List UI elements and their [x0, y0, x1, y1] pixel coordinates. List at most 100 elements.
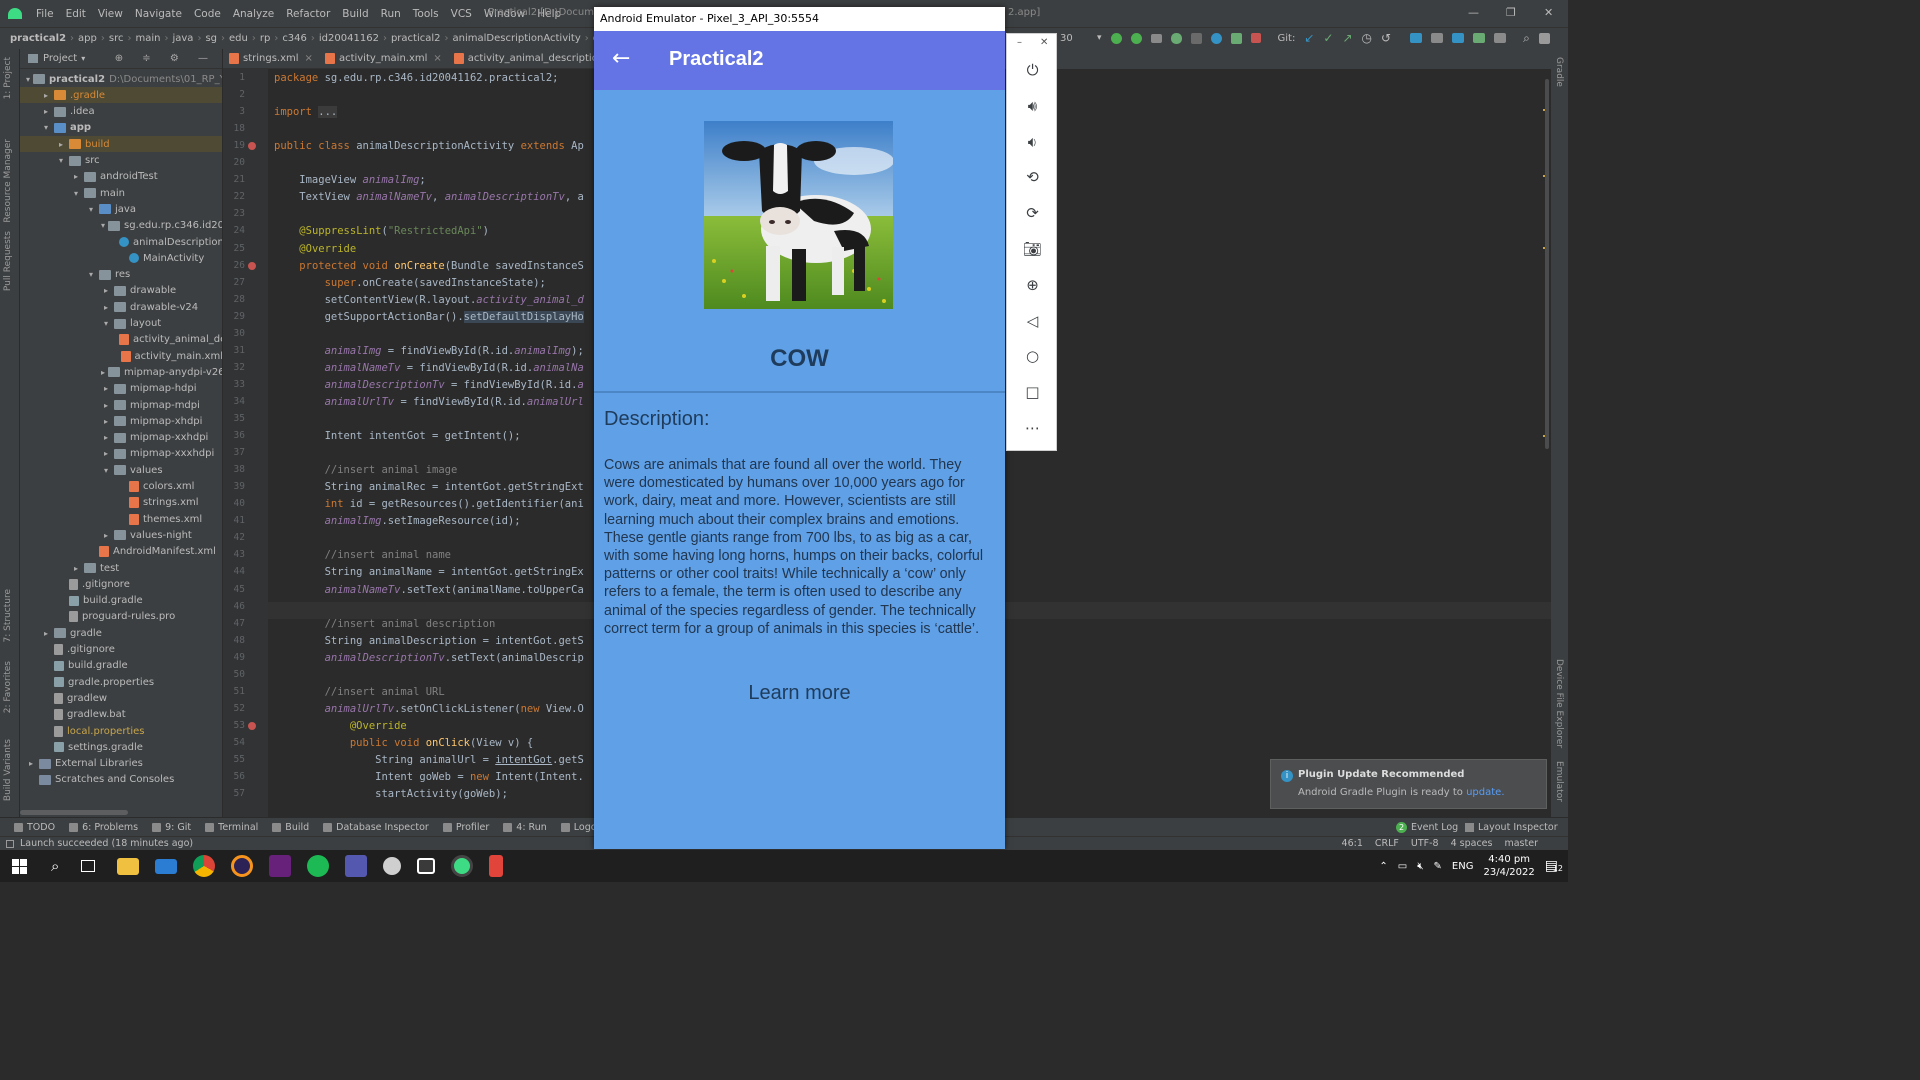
tree-item[interactable]: ▸ .idea	[20, 104, 222, 120]
vtab-structure[interactable]: 7: Structure	[3, 589, 13, 643]
status-item[interactable]: 4 spaces	[1451, 838, 1493, 849]
tree-item[interactable]: colors.xml	[20, 479, 222, 495]
project-structure-icon[interactable]	[1410, 33, 1423, 43]
file-explorer-icon[interactable]	[117, 857, 140, 875]
back-icon[interactable]: ◁	[1007, 311, 1058, 331]
tree-item[interactable]: ▸ gradle	[20, 625, 222, 641]
override-gutter-icon[interactable]	[248, 261, 256, 270]
chevron-down-icon[interactable]: ▾	[81, 54, 85, 63]
code-line[interactable]: Intent intentGot = getIntent();	[274, 430, 521, 442]
zoom-icon[interactable]: ⊕	[1007, 275, 1058, 295]
menu-navigate[interactable]: Navigate	[135, 8, 182, 20]
menu-build[interactable]: Build	[342, 8, 368, 20]
tree-item[interactable]: gradlew.bat	[20, 707, 222, 723]
chevron-right-icon[interactable]: ▸	[101, 417, 111, 426]
chevron-down-icon[interactable]: ▾	[41, 123, 51, 132]
tree-item[interactable]: ▸ build	[20, 136, 222, 153]
tree-item[interactable]: Scratches and Consoles	[20, 772, 222, 788]
volume-up-icon[interactable]: 🔊︎	[1007, 96, 1058, 116]
rotate-right-icon[interactable]: ⟳	[1007, 203, 1058, 223]
clock[interactable]: 4:40 pm 23/4/2022	[1483, 853, 1534, 879]
chevron-down-icon[interactable]: ▾	[101, 466, 111, 475]
menu-refactor[interactable]: Refactor	[286, 8, 330, 20]
tree-item[interactable]: MainActivity	[20, 250, 222, 266]
code-line[interactable]: String animalDescription = intentGot.get…	[274, 635, 584, 647]
chevron-right-icon[interactable]: ▸	[101, 449, 111, 458]
apply-code-changes-icon[interactable]	[1130, 32, 1142, 44]
settings-icon[interactable]	[383, 857, 402, 875]
tree-scrollbar[interactable]	[20, 810, 128, 815]
code-line[interactable]: @Override	[274, 243, 356, 255]
tree-item[interactable]: animalDescription	[20, 234, 222, 250]
code-line[interactable]: TextView animalNameTv, animalDescription…	[274, 191, 584, 203]
code-line[interactable]: animalNameTv.setText(animalName.toUpperC…	[274, 584, 584, 596]
override-gutter-icon[interactable]	[248, 721, 256, 730]
chevron-right-icon[interactable]: ▸	[101, 531, 111, 540]
chevron-right-icon[interactable]: ▸	[41, 107, 51, 116]
battery-icon[interactable]: ▭	[1398, 861, 1407, 872]
spotify-icon[interactable]	[307, 855, 330, 877]
editor-tab[interactable]: strings.xml ×	[223, 49, 319, 69]
menu-view[interactable]: View	[98, 8, 123, 20]
code-line[interactable]: protected void onCreate(Bundle savedInst…	[274, 260, 583, 272]
breadcrumb-item[interactable]: rp	[260, 33, 270, 44]
windows-start-icon[interactable]	[12, 858, 27, 874]
code-line[interactable]: animalNameTv = findViewById(R.id.animalN…	[274, 362, 584, 374]
tree-item[interactable]: ▸ drawable-v24	[20, 299, 222, 315]
breadcrumb-item[interactable]: edu	[229, 33, 248, 44]
code-line[interactable]: String animalName = intentGot.getStringE…	[274, 566, 584, 578]
panel-actions-icon[interactable]: ⊕ ≑ ⚙ —	[115, 53, 216, 64]
code-line[interactable]: ImageView animalImg;	[274, 174, 425, 186]
tree-item[interactable]: ▸ androidTest	[20, 169, 222, 185]
breadcrumb-item[interactable]: id20041162	[319, 33, 379, 44]
vtab-emulator[interactable]: Emulator	[1554, 761, 1564, 802]
overview-icon[interactable]: □	[1007, 382, 1058, 402]
git-commit-icon[interactable]: ✓	[1323, 31, 1333, 45]
tree-item[interactable]: ▾ java	[20, 201, 222, 217]
code-line[interactable]: String animalUrl = intentGot.getS	[274, 754, 584, 766]
profile-icon[interactable]	[1210, 32, 1222, 44]
tree-item[interactable]: build.gradle	[20, 593, 222, 609]
chrome-icon[interactable]	[193, 855, 216, 877]
search-icon[interactable]: ⌕	[51, 857, 59, 875]
vtab-favorites[interactable]: 2: Favorites	[3, 661, 13, 713]
tree-item[interactable]: local.properties	[20, 723, 222, 739]
coverage-icon[interactable]	[1190, 32, 1202, 44]
code-line[interactable]: package sg.edu.rp.c346.id20041162.practi…	[274, 72, 558, 84]
chevron-right-icon[interactable]: ▸	[71, 564, 81, 573]
camera-icon[interactable]: 📷︎	[1007, 239, 1058, 259]
status-item[interactable]: master	[1504, 838, 1538, 849]
tree-item[interactable]: ▾ src	[20, 153, 222, 169]
code-line[interactable]: public void onClick(View v) {	[274, 737, 533, 749]
tree-item[interactable]: ▸ mipmap-mdpi	[20, 397, 222, 413]
tree-item[interactable]: ▸ mipmap-anydpi-v26	[20, 364, 222, 380]
project-view-select[interactable]: Project	[43, 53, 77, 64]
menu-tools[interactable]: Tools	[413, 8, 439, 20]
emulator-taskbar-icon[interactable]	[489, 855, 504, 877]
tree-item[interactable]: gradlew	[20, 690, 222, 706]
close-icon[interactable]: ×	[305, 53, 313, 64]
code-line[interactable]: animalUrlTv = findViewById(R.id.animalUr…	[274, 396, 584, 408]
emulator-minimize-icon[interactable]: –	[1017, 37, 1022, 48]
run-gutter-icon[interactable]	[248, 142, 256, 151]
tree-item[interactable]: .gitignore	[20, 576, 222, 592]
chevron-down-icon[interactable]: ▾	[86, 205, 96, 214]
code-line[interactable]: Intent goWeb = new Intent(Intent.	[274, 771, 584, 783]
bottom-tab[interactable]: Build	[272, 822, 309, 833]
account-icon[interactable]	[1538, 32, 1550, 44]
vtab-device-file-explorer[interactable]: Device File Explorer	[1554, 659, 1564, 748]
breadcrumb-item[interactable]: practical2	[10, 33, 66, 44]
bottom-tab[interactable]: 6: Problems	[69, 822, 138, 833]
volume-down-icon[interactable]: 🔉︎	[1007, 132, 1058, 152]
code-editor[interactable]: package sg.edu.rp.c346.id20041162.practi…	[268, 69, 595, 817]
menu-vcs[interactable]: VCS	[451, 8, 472, 20]
tree-item[interactable]: build.gradle	[20, 658, 222, 674]
tree-item[interactable]: activity_animal_des	[20, 332, 222, 348]
git-push-icon[interactable]: ↗	[1342, 31, 1352, 45]
chevron-right-icon[interactable]: ▸	[101, 433, 111, 442]
chevron-right-icon[interactable]: ▸	[101, 303, 111, 312]
chevron-down-icon[interactable]: ▾	[26, 75, 30, 84]
close-icon[interactable]: ×	[433, 53, 441, 64]
rollback-icon[interactable]: ↺	[1381, 31, 1391, 45]
more-icon[interactable]: ⋯	[1007, 418, 1058, 438]
